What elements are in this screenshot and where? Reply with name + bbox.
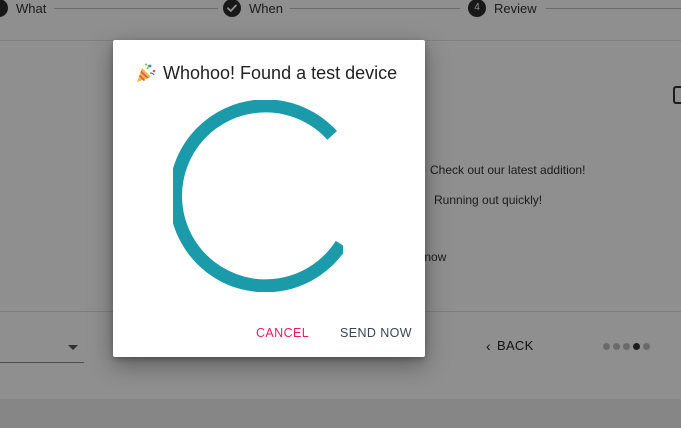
cancel-button[interactable]: CANCEL (256, 326, 309, 340)
test-device-dialog: Whohoo! Found a test device CANCEL SEND … (113, 40, 425, 357)
dialog-title-text: Whohoo! Found a test device (163, 62, 398, 83)
loading-spinner (173, 100, 343, 292)
send-now-button[interactable]: SEND NOW (340, 326, 412, 340)
party-popper-icon (137, 63, 156, 82)
page: What When 4 Review Check out our latest … (0, 0, 681, 428)
dialog-actions: CANCEL SEND NOW (113, 326, 425, 344)
dialog-title: Whohoo! Found a test device (135, 62, 397, 84)
